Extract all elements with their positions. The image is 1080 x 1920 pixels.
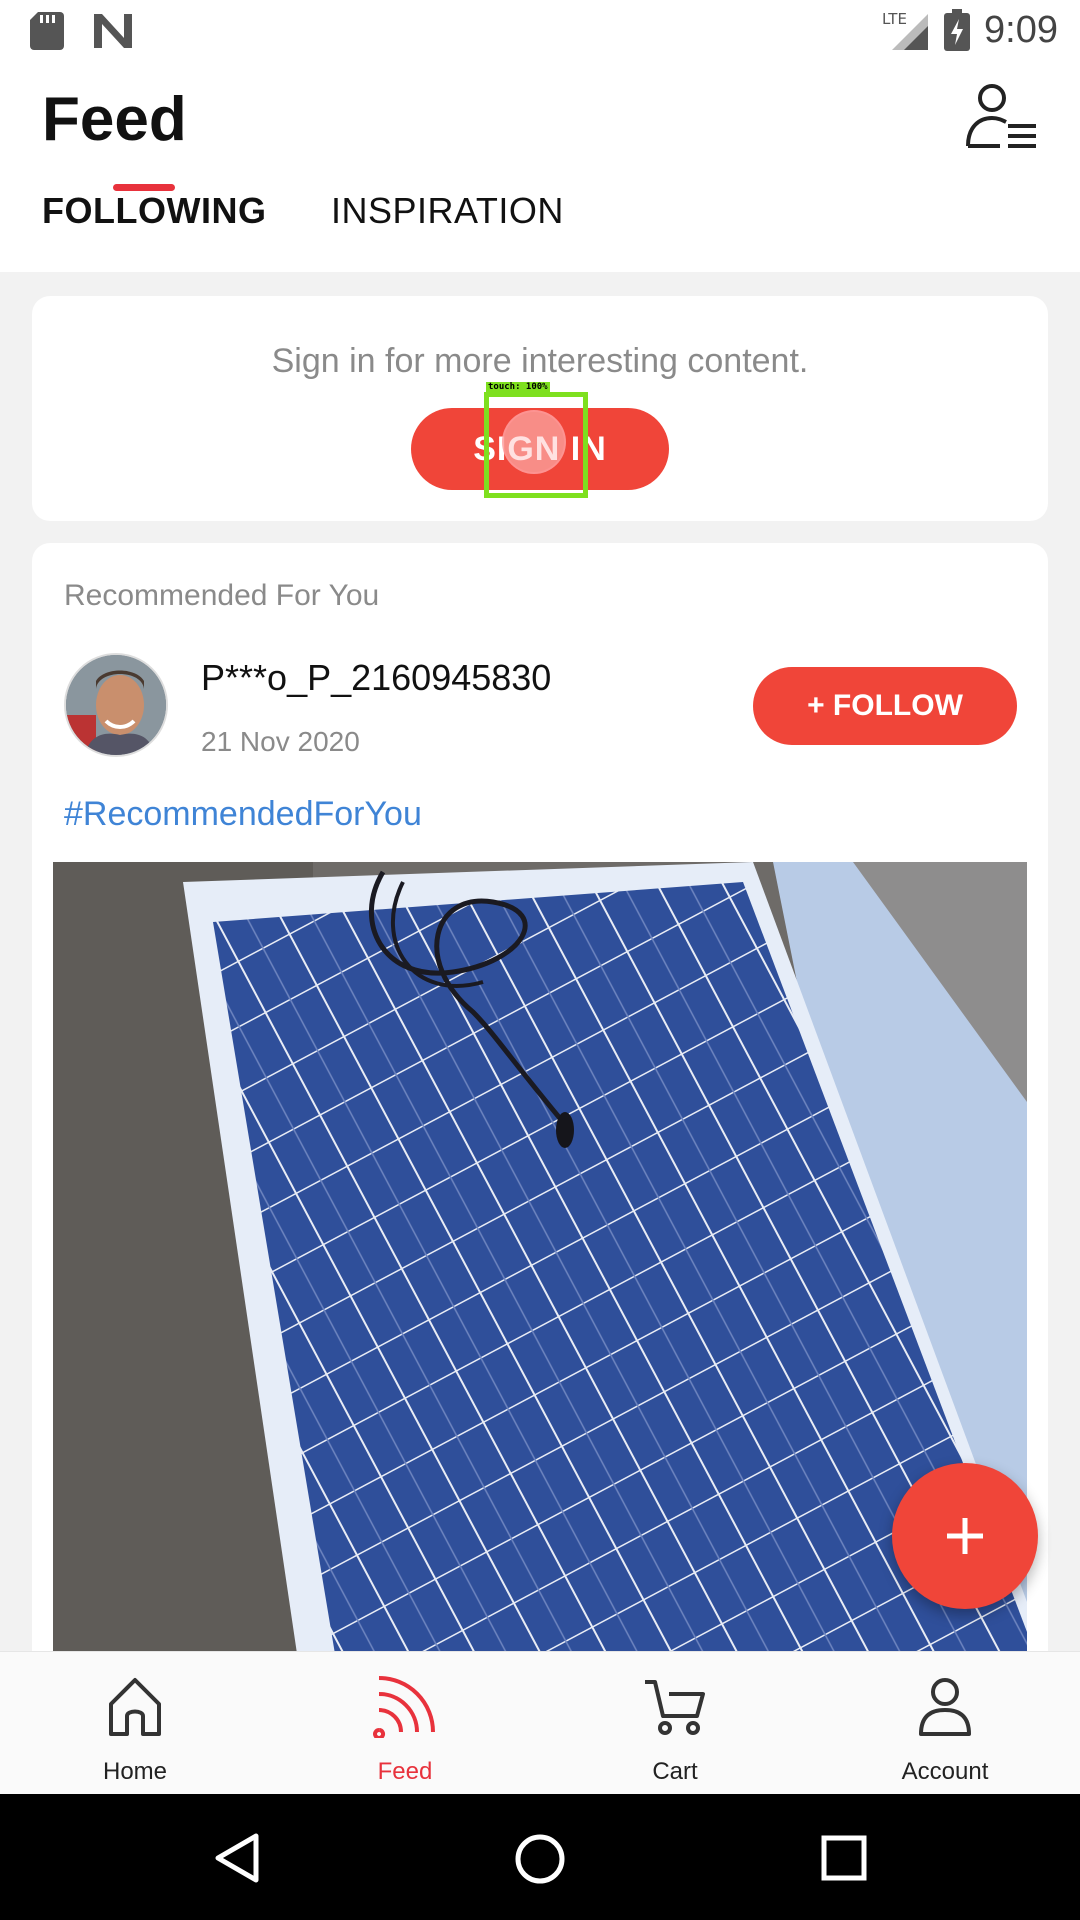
battery-icon [944, 9, 971, 51]
recents-icon[interactable] [820, 1834, 868, 1882]
network-type: LTE [882, 10, 907, 28]
back-icon[interactable] [212, 1832, 262, 1884]
system-nav-bar [0, 1794, 1080, 1920]
feed-icon [373, 1676, 435, 1738]
status-bar: LTE 9:09 [0, 0, 1080, 64]
avatar-photo [66, 655, 166, 755]
cart-icon [645, 1680, 705, 1735]
post-date: 21 Nov 2020 [201, 726, 360, 757]
home-icon [109, 1678, 161, 1736]
nav-item-account[interactable]: Account [810, 1652, 1080, 1795]
solar-panel-photo [53, 862, 1027, 1743]
signin-message: Sign in for more interesting content. [271, 342, 809, 380]
nav-item-cart[interactable]: Cart [540, 1652, 810, 1795]
home-button-icon[interactable] [513, 1832, 567, 1886]
nav-label-home: Home [102, 1758, 168, 1785]
post-image[interactable] [53, 862, 1027, 1743]
recommended-heading: Recommended For You [64, 579, 380, 612]
tab-inspiration[interactable]: INSPIRATION [331, 190, 564, 232]
active-tab-indicator [113, 184, 175, 191]
hashtag-link[interactable]: #RecommendedForYou [64, 795, 422, 834]
touch-label: touch: 100% [486, 382, 550, 392]
n-logo-icon [94, 14, 132, 48]
tab-following[interactable]: FOLLOWING [42, 190, 266, 232]
nav-item-home[interactable]: Home [0, 1652, 270, 1795]
nav-label-feed: Feed [377, 1758, 433, 1785]
nav-label-cart: Cart [652, 1758, 698, 1785]
avatar[interactable] [64, 653, 168, 757]
feed-tabs: FOLLOWING INSPIRATION [0, 184, 1080, 272]
header: Feed FOLLOWING INSPIRATION [0, 64, 1080, 272]
clock: 9:09 [984, 8, 1058, 51]
status-icons-left [30, 12, 134, 50]
nav-label-account: Account [901, 1758, 989, 1785]
sd-card-icon [30, 12, 64, 50]
page-title: Feed [42, 85, 187, 154]
plus-icon [947, 1518, 983, 1554]
recommended-card: Recommended For You P***o_P_2160945830 2… [32, 543, 1048, 1743]
touch-highlight-box [484, 392, 588, 498]
account-icon [919, 1678, 971, 1736]
status-icons-right: LTE 9:09 [882, 8, 1058, 52]
signal-icon: LTE [882, 10, 929, 50]
post-username[interactable]: P***o_P_2160945830 [201, 657, 551, 699]
create-post-button[interactable] [892, 1463, 1038, 1609]
follow-button[interactable]: + FOLLOW [753, 667, 1017, 745]
account-list-icon[interactable] [964, 82, 1040, 158]
bottom-nav: Home Feed Cart Account [0, 1651, 1080, 1794]
nav-item-feed[interactable]: Feed [270, 1652, 540, 1795]
